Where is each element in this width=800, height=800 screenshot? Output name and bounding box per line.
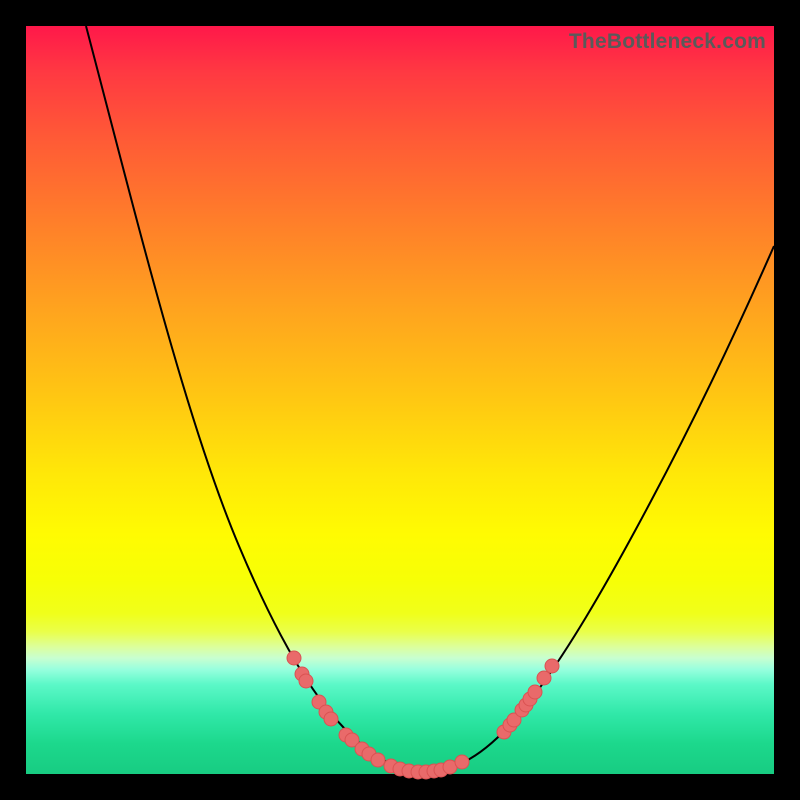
data-point bbox=[324, 712, 338, 726]
data-point bbox=[299, 674, 313, 688]
data-point bbox=[537, 671, 551, 685]
bottleneck-curve bbox=[86, 26, 774, 772]
scatter-group bbox=[287, 651, 559, 779]
plot-area: TheBottleneck.com bbox=[26, 26, 774, 774]
data-point bbox=[455, 755, 469, 769]
chart-container: TheBottleneck.com bbox=[0, 0, 800, 800]
data-point bbox=[528, 685, 542, 699]
chart-svg bbox=[26, 26, 774, 774]
data-point bbox=[545, 659, 559, 673]
data-point bbox=[287, 651, 301, 665]
data-point bbox=[371, 753, 385, 767]
